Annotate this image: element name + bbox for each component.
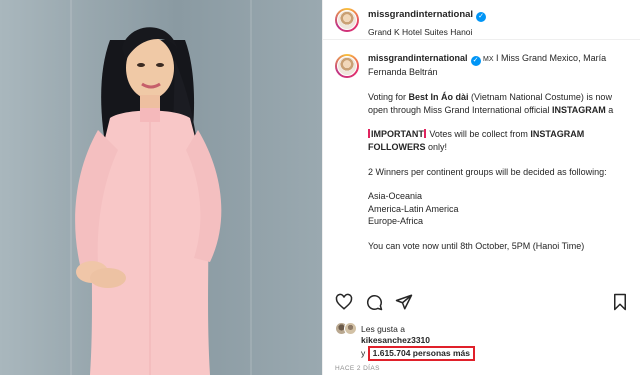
caption-group: America-Latin America (368, 203, 459, 214)
caption-author-username[interactable]: missgrandinternational (368, 53, 468, 63)
comment-icon (367, 295, 383, 311)
caption-text: (Vietnam National Costume) is now (468, 92, 612, 103)
likes-conjunction: y (361, 348, 366, 358)
instagram-post: missgrandinternational ✓ Grand K Hotel Su… (0, 0, 640, 375)
caption-text: Voting for (368, 92, 409, 103)
liker-avatars[interactable] (335, 322, 363, 336)
woman-in-ao-dai-illustration (75, 27, 222, 375)
caption-group: Europe-Africa (368, 216, 424, 227)
caption-text: a (605, 104, 614, 115)
caption-text: Votes will be collect from (426, 129, 531, 140)
liker-username[interactable]: kikesanchez3310 (361, 335, 631, 346)
post-actions (335, 290, 629, 314)
red-marker-icon (368, 129, 370, 139)
post-header: missgrandinternational ✓ Grand K Hotel Su… (323, 0, 640, 40)
post-caption: missgrandinternational ✓ MX I Miss Grand … (335, 52, 640, 252)
red-marker-icon (423, 129, 426, 139)
caption-bold-text: INSTAGRAM (530, 129, 585, 140)
caption-deadline: You can vote now until 8th October, 5PM … (368, 241, 585, 252)
comment-button[interactable] (365, 293, 383, 311)
caption-bold-text: Best In Áo dài (408, 92, 469, 103)
post-sidebar: missgrandinternational ✓ Grand K Hotel Su… (322, 0, 640, 375)
post-date[interactable]: HACE 2 DÍAS (335, 363, 380, 374)
caption-author-avatar[interactable] (335, 54, 359, 78)
caption-text: only! (425, 141, 448, 152)
share-button[interactable] (395, 293, 413, 311)
heart-icon (335, 293, 353, 310)
like-button[interactable] (335, 293, 353, 311)
caption-text: open through Miss Grand International of… (368, 104, 552, 115)
likes-prefix: Les gusta a (361, 324, 405, 334)
send-icon (395, 294, 413, 310)
post-location[interactable]: Grand K Hotel Suites Hanoi (368, 27, 486, 37)
author-username[interactable]: missgrandinternational (368, 9, 473, 20)
caption-bold-text: FOLLOWERS (368, 141, 426, 152)
post-photo[interactable] (0, 0, 322, 375)
caption-group: Asia-Oceania (368, 191, 423, 202)
save-button[interactable] (611, 293, 629, 311)
verified-badge-icon: ✓ (470, 56, 481, 66)
likes-count[interactable]: 1.615.704 personas más (367, 346, 475, 361)
caption-bold-text: INSTAGRAM (551, 104, 606, 115)
caption-intro: I Miss Grand Mexico, María (493, 53, 607, 63)
caption-bold-text: IMPORTANT (371, 129, 424, 140)
verified-badge-icon: ✓ (476, 12, 487, 22)
bookmark-icon (614, 293, 626, 311)
caption-intro-name: Fernanda Beltrán (368, 67, 438, 78)
mexico-flag-label: MX (483, 56, 494, 63)
author-avatar[interactable] (335, 8, 359, 32)
caption-winners: 2 Winners per continent groups will be d… (368, 166, 607, 177)
